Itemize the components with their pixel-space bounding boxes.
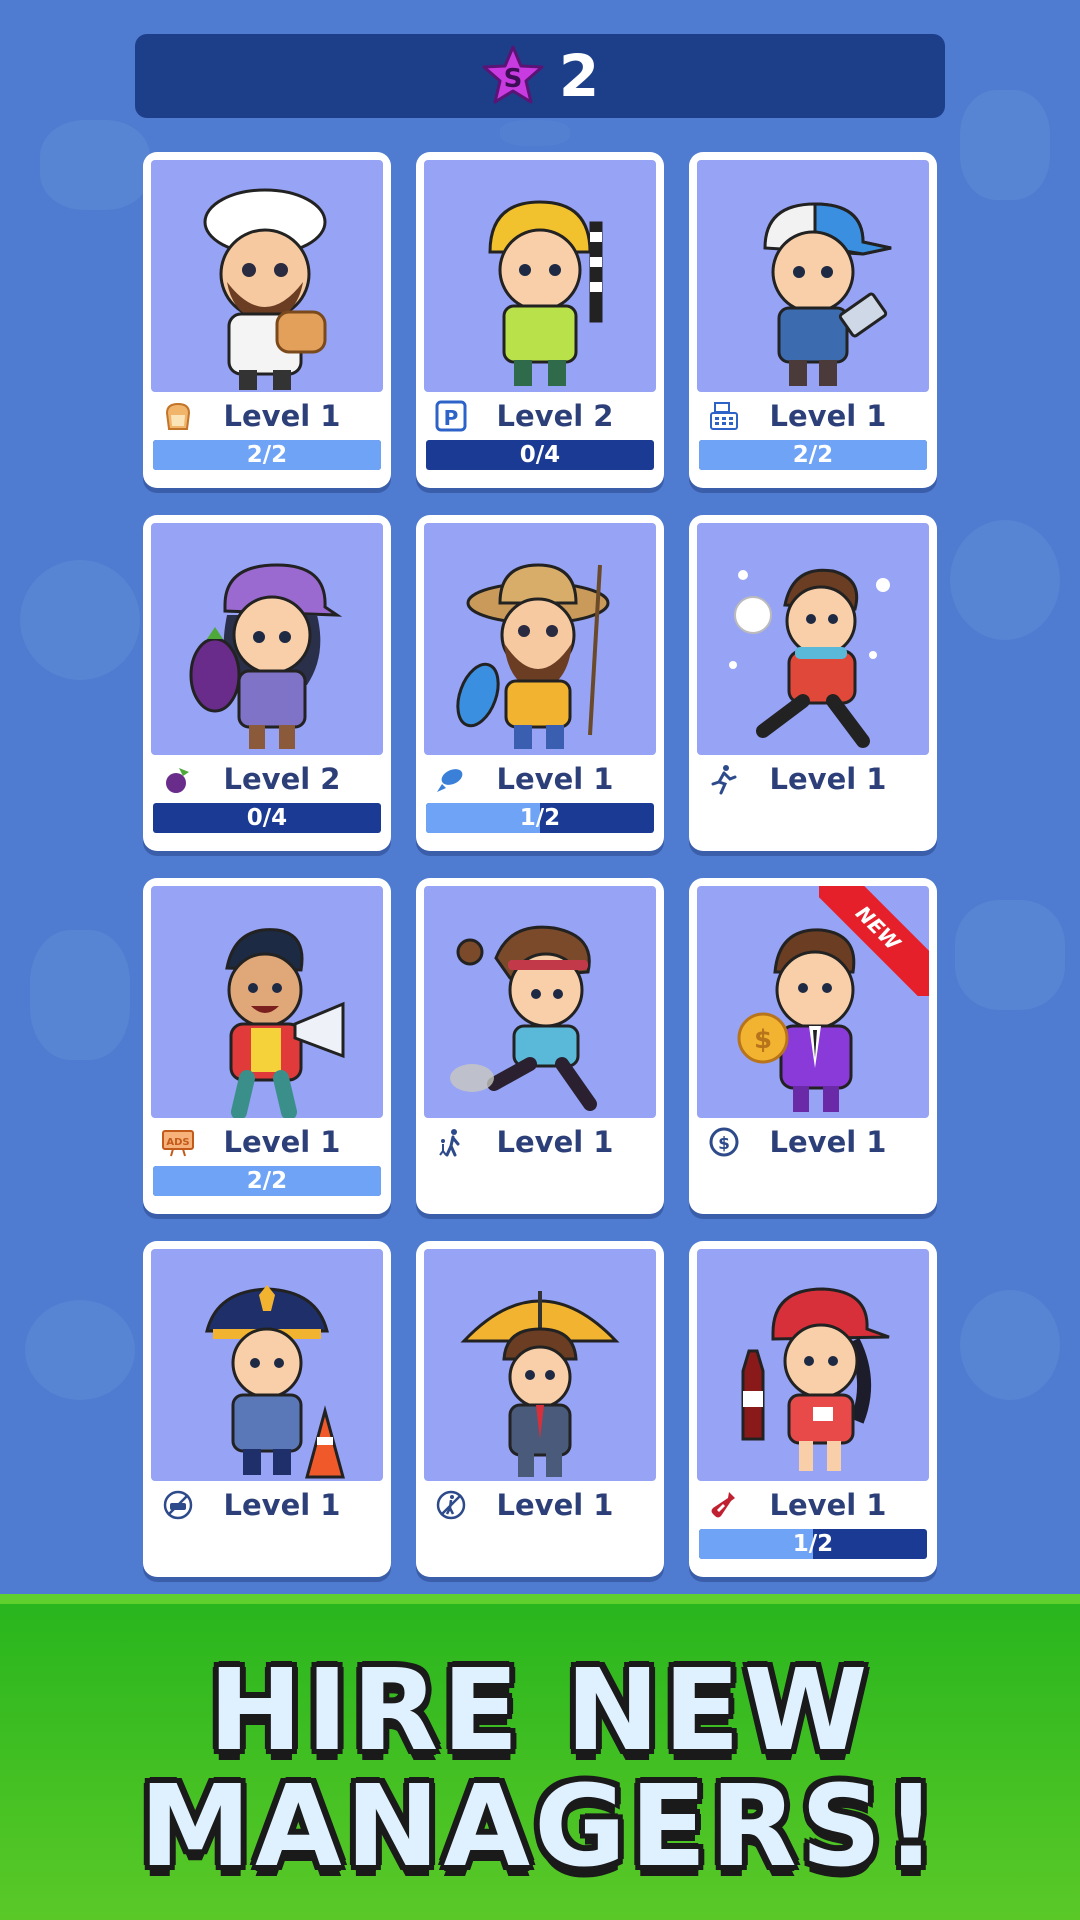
police-officer-avatar xyxy=(205,1285,345,1479)
soda-vendor-portrait xyxy=(697,1249,929,1481)
manager-card-snowball-kid[interactable]: Level 1 xyxy=(689,515,937,851)
progress-text: 0/4 xyxy=(246,805,288,831)
progress-bar: 2/2 xyxy=(153,440,381,470)
level-label: Level 2 xyxy=(223,762,341,796)
progress-bar: 0/4 xyxy=(153,803,381,833)
progress-bar: 2/2 xyxy=(153,1166,381,1196)
manager-card-cashier[interactable]: Level 1 2/2 xyxy=(689,152,937,488)
umbrella-man-portrait xyxy=(424,1249,656,1481)
level-label: Level 1 xyxy=(769,1488,887,1522)
level-label: Level 1 xyxy=(496,1488,614,1522)
level-label: Level 1 xyxy=(769,399,887,433)
manager-card-police-officer[interactable]: Level 1 xyxy=(143,1241,391,1577)
snowball-kid-avatar xyxy=(729,568,890,748)
progress-text: 0/4 xyxy=(519,442,561,468)
chef-avatar xyxy=(203,188,327,390)
cashier-portrait xyxy=(697,160,929,392)
level-label: Level 1 xyxy=(223,399,341,433)
level-label: Level 1 xyxy=(769,1125,887,1159)
progress-bar: 2/2 xyxy=(699,440,927,470)
progress-text: 2/2 xyxy=(246,1168,288,1194)
manager-card-soda-vendor[interactable]: Level 1 1/2 xyxy=(689,1241,937,1577)
star-currency-icon: S xyxy=(481,44,545,108)
farmer-portrait xyxy=(151,523,383,755)
umbrella-man-avatar xyxy=(460,1291,620,1477)
level-label: Level 1 xyxy=(223,1488,341,1522)
promoter-avatar xyxy=(225,928,345,1118)
level-label: Level 1 xyxy=(223,1125,341,1159)
soda-vendor-avatar xyxy=(741,1287,890,1471)
parking-attendant-avatar xyxy=(488,200,603,386)
runner-portrait xyxy=(424,886,656,1118)
progress-bar: 1/2 xyxy=(426,803,654,833)
fisherman-avatar xyxy=(456,563,610,749)
fisherman-portrait xyxy=(424,523,656,755)
manager-card-parking-attendant[interactable]: P Level 2 0/4 xyxy=(416,152,664,488)
manager-card-runner[interactable]: Level 1 xyxy=(416,878,664,1214)
manager-card-fisherman[interactable]: Level 1 1/2 xyxy=(416,515,664,851)
manager-card-businessman[interactable]: $ NEW $ Level 1 xyxy=(689,878,937,1214)
new-badge-label: NEW xyxy=(819,886,929,996)
star-currency-bar: S 2 xyxy=(135,34,945,118)
manager-card-chef[interactable]: Level 1 2/2 xyxy=(143,152,391,488)
promo-banner: HIRE NEW MANAGERS! xyxy=(0,1594,1080,1920)
progress-text: 2/2 xyxy=(246,442,288,468)
star-count: 2 xyxy=(558,42,600,110)
level-label: Level 1 xyxy=(496,1125,614,1159)
progress-text: 2/2 xyxy=(792,442,834,468)
manager-card-farmer[interactable]: Level 2 0/4 xyxy=(143,515,391,851)
svg-text:S: S xyxy=(503,64,522,94)
headline-line-2: MANAGERS! xyxy=(139,1762,941,1892)
manager-grid: Level 1 2/2 P Level 2 0/4 Level 1 2/2 Le… xyxy=(143,152,937,1577)
cashier-avatar xyxy=(763,202,892,386)
new-badge: NEW xyxy=(819,886,929,996)
level-label: Level 1 xyxy=(769,762,887,796)
headline-line-1: HIRE NEW xyxy=(208,1646,872,1776)
svg-text:$: $ xyxy=(754,1025,772,1055)
manager-card-umbrella-man[interactable]: Level 1 xyxy=(416,1241,664,1577)
police-officer-portrait xyxy=(151,1249,383,1481)
chef-portrait xyxy=(151,160,383,392)
level-label: Level 1 xyxy=(496,762,614,796)
farmer-avatar xyxy=(189,563,343,749)
parking-attendant-portrait xyxy=(424,160,656,392)
snowball-kid-portrait xyxy=(697,523,929,755)
progress-text: 1/2 xyxy=(519,805,561,831)
progress-bar: 1/2 xyxy=(699,1529,927,1559)
progress-bar: 0/4 xyxy=(426,440,654,470)
runner-avatar xyxy=(450,925,597,1111)
promoter-portrait xyxy=(151,886,383,1118)
progress-text: 1/2 xyxy=(792,1531,834,1557)
manager-card-promoter[interactable]: ADS Level 1 2/2 xyxy=(143,878,391,1214)
level-label: Level 2 xyxy=(496,399,614,433)
